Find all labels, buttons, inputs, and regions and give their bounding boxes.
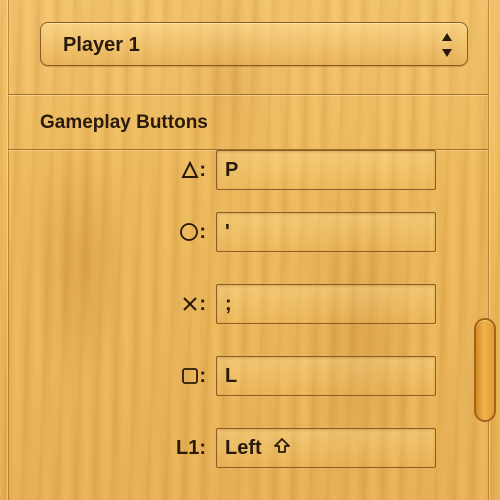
- triangle-icon: [181, 161, 199, 179]
- shift-icon: [273, 430, 291, 468]
- square-icon: [181, 367, 199, 385]
- button-row-triangle: : P: [8, 150, 478, 194]
- button-row-square: : L: [8, 356, 478, 400]
- buttons-list: : P : ' : ; : L L1: Left: [8, 150, 488, 500]
- cross-icon: [181, 295, 199, 313]
- player-select-value: Player 1: [63, 34, 140, 56]
- button-label: :: [199, 292, 206, 315]
- key-field-square[interactable]: L: [216, 356, 436, 396]
- scrollbar-thumb[interactable]: [474, 318, 496, 422]
- button-label: :: [199, 158, 206, 181]
- button-symbol: :: [181, 356, 206, 396]
- button-symbol: :: [181, 284, 206, 324]
- up-down-chevrons-icon: [441, 31, 453, 59]
- key-value: P: [225, 159, 239, 181]
- key-value: L: [225, 365, 238, 387]
- key-value: ;: [225, 293, 232, 315]
- key-field-cross[interactable]: ;: [216, 284, 436, 324]
- button-symbol: L1:: [176, 428, 206, 468]
- section-title: Gameplay Buttons: [40, 112, 208, 133]
- button-symbol: :: [179, 212, 206, 252]
- button-row-cross: : ;: [8, 284, 478, 328]
- button-symbol: :: [181, 150, 206, 190]
- button-label: L1:: [176, 436, 206, 459]
- player-select-dropdown[interactable]: Player 1: [40, 22, 468, 66]
- button-label: :: [199, 220, 206, 243]
- key-value: ': [225, 221, 230, 243]
- panel-right-edge: [488, 0, 500, 500]
- key-field-triangle[interactable]: P: [216, 150, 436, 190]
- circle-icon: [179, 222, 199, 242]
- button-row-circle: : ': [8, 212, 478, 256]
- key-field-circle[interactable]: ': [216, 212, 436, 252]
- key-field-l1[interactable]: Left: [216, 428, 436, 468]
- key-value: Left: [225, 437, 262, 459]
- divider: [8, 94, 488, 95]
- button-label: :: [199, 364, 206, 387]
- button-row-l1: L1: Left: [8, 428, 478, 472]
